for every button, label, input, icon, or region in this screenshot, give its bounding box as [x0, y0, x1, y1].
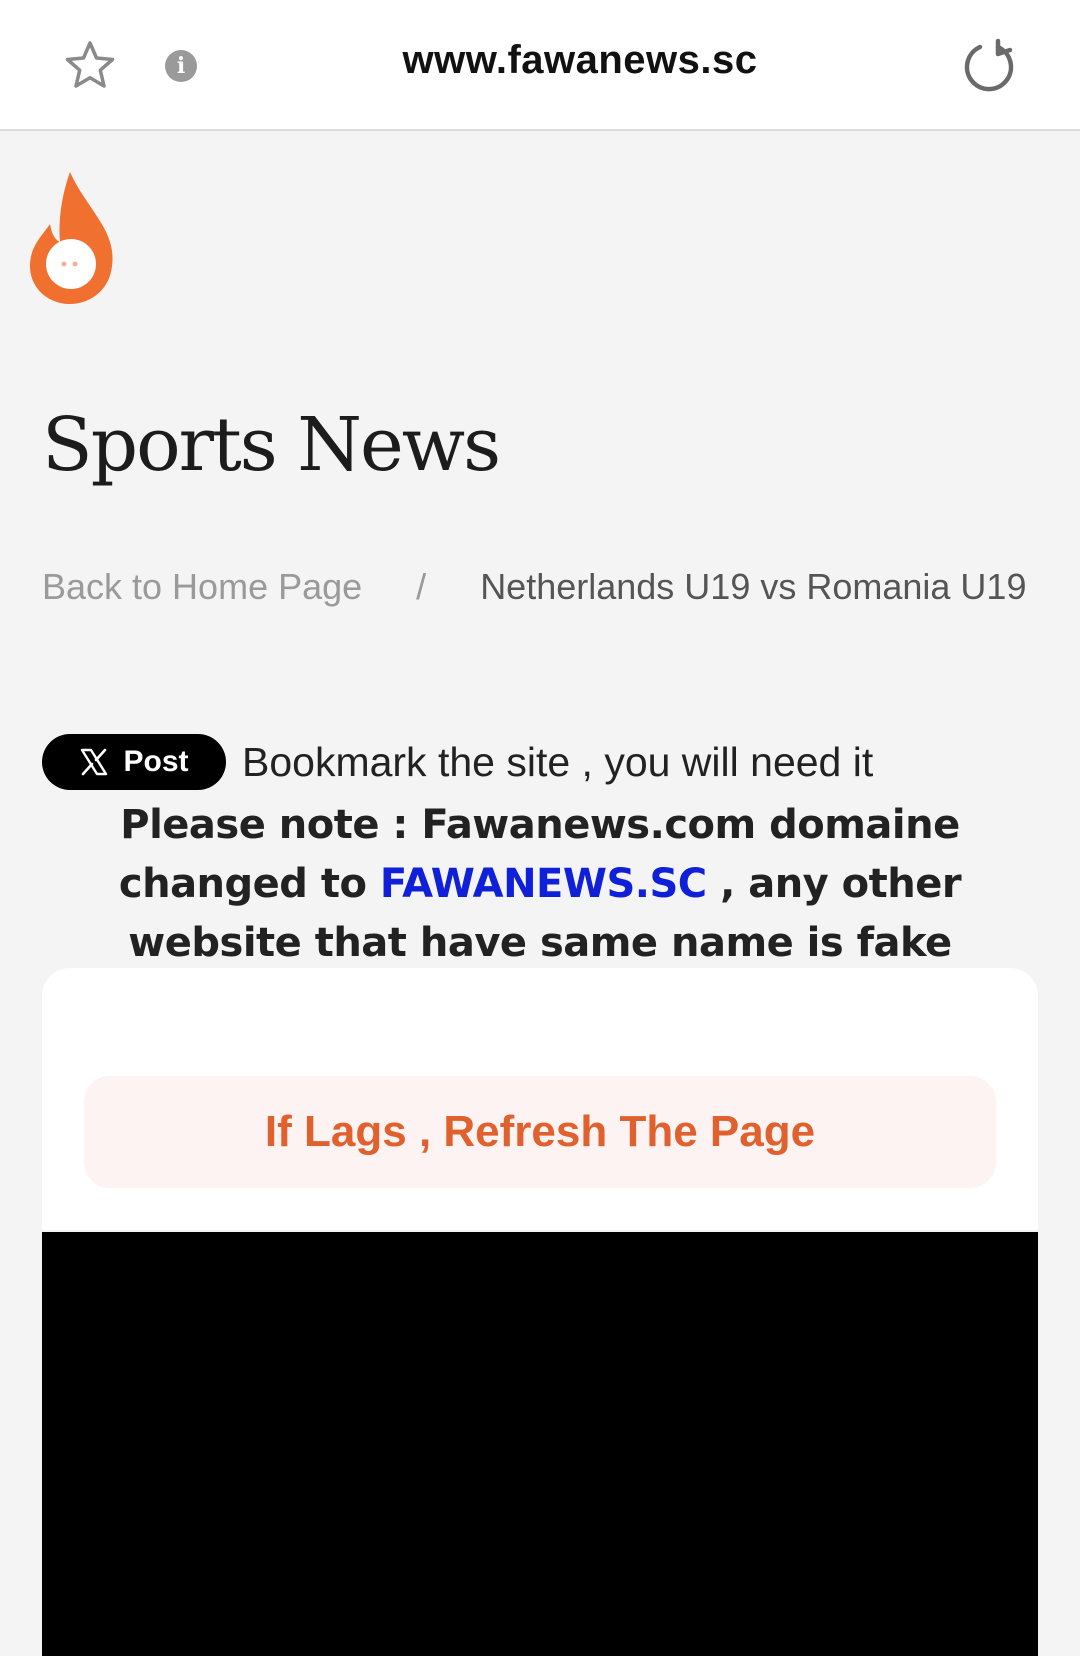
player-card: If Lags , Refresh The Page [42, 968, 1038, 1230]
domain-change-notice: Please note : Fawanews.com domaine chang… [42, 796, 1038, 973]
page-title: Sports News [42, 402, 501, 488]
breadcrumb-home-link[interactable]: Back to Home Page [42, 566, 362, 607]
star-icon[interactable] [62, 38, 118, 94]
reload-icon[interactable] [960, 38, 1018, 96]
info-icon[interactable]: i [165, 50, 197, 82]
breadcrumb-current: Netherlands U19 vs Romania U19 [480, 566, 1027, 607]
new-domain-link[interactable]: FAWANEWS.SC [380, 861, 707, 907]
refresh-banner: If Lags , Refresh The Page [84, 1076, 996, 1188]
url-text[interactable]: www.fawanews.sc [300, 38, 860, 83]
x-logo-icon [81, 748, 108, 776]
x-post-button[interactable]: Post [42, 734, 226, 790]
breadcrumb-separator: / [416, 566, 427, 607]
video-player[interactable] [42, 1232, 1038, 1656]
flame-logo[interactable] [28, 170, 114, 306]
breadcrumb: Back to Home Page / Netherlands U19 vs Rom… [42, 558, 1042, 616]
bookmark-message: Bookmark the site , you will need it [242, 739, 874, 785]
browser-address-bar: i www.fawanews.sc [0, 0, 1080, 131]
post-label: Post [123, 745, 189, 778]
